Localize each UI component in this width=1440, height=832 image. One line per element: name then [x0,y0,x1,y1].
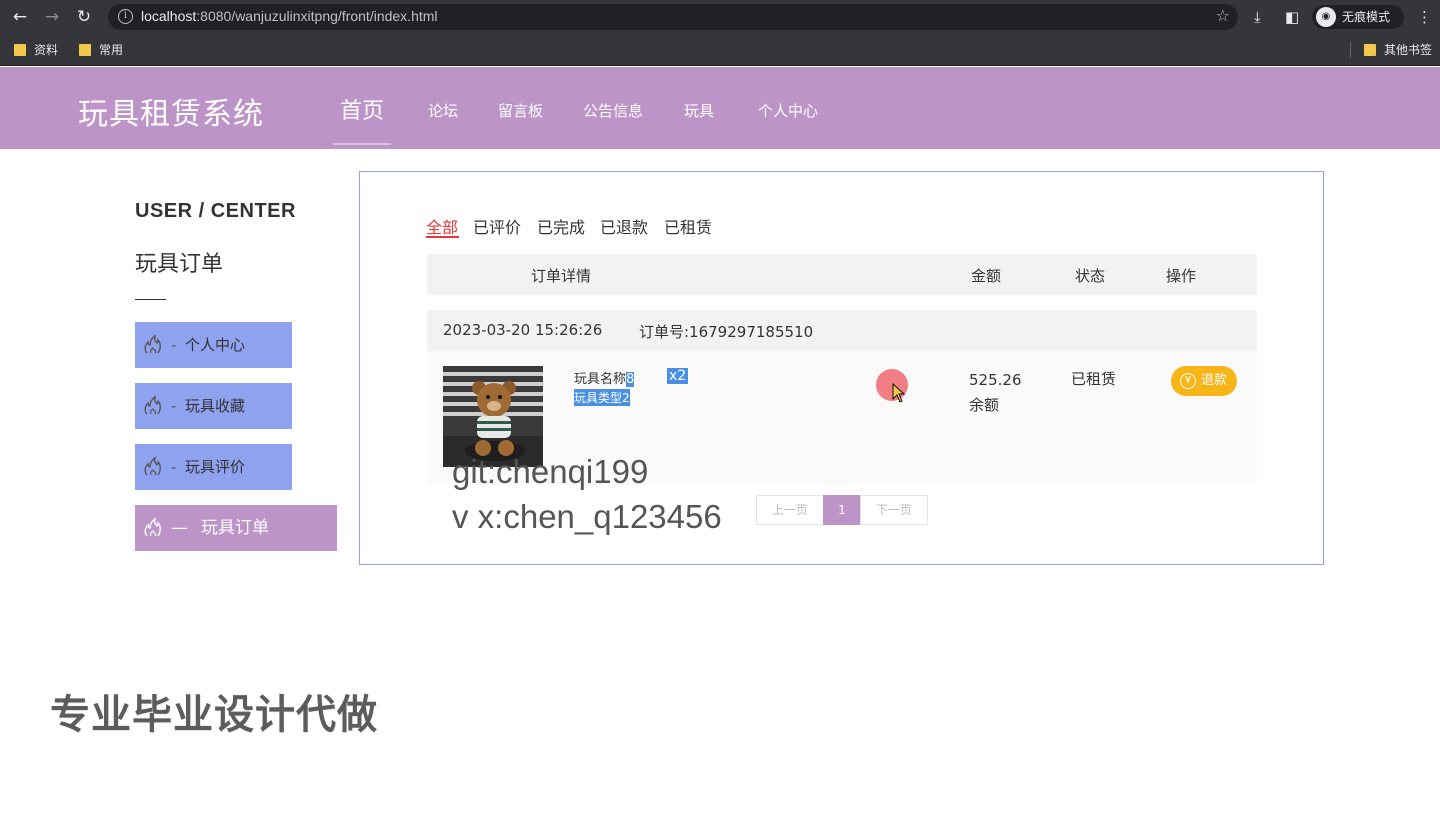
sidebar-item-reviews[interactable]: - 玩具评价 [135,444,292,490]
watermark-ad: 专业毕业设计代做 [50,692,378,738]
tab-rented[interactable]: 已租赁 [664,214,712,238]
menu-icon[interactable]: ⋮ [1417,6,1432,28]
browser-toolbar: ← → ↻ i localhost:8080/wanjuzulinxitpng/… [0,0,1440,34]
nav-home[interactable]: 首页 [340,93,384,125]
col-action: 操作 [1166,267,1197,285]
site-header: 玩具租赁系统 首页 论坛 留言板 公告信息 玩具 个人中心 [0,67,1440,149]
reload-icon[interactable]: ↻ [72,6,96,28]
address-bar[interactable]: i localhost:8080/wanjuzulinxitpng/front/… [108,4,1238,30]
sidebar-item-label: 个人中心 [185,336,246,354]
flame-icon [144,517,161,537]
table-header: 订单详情 金额 状态 操作 [427,254,1257,295]
sidebar-item-user-center[interactable]: - 个人中心 [135,322,292,368]
watermark-vx: v x:chen_q123456 [452,498,722,535]
nav-user-center[interactable]: 个人中心 [758,100,818,121]
yen-icon: ¥ [1180,373,1196,389]
order-status: 已租赁 [1071,370,1117,388]
nav-message-board[interactable]: 留言板 [498,100,543,121]
site-logo[interactable]: 玩具租赁系统 [78,89,264,133]
order-amount: 525.26 余额 [969,371,1022,414]
next-page-button[interactable]: 下一页 [860,495,928,525]
incognito-icon: ◉ [1316,7,1336,27]
watermark-git: git:chenqi199 [452,453,649,490]
download-icon[interactable]: ⤓ [1254,6,1261,28]
refund-button[interactable]: ¥ 退款 [1171,366,1237,396]
bookmark-ziliao[interactable]: 资料 [14,41,58,59]
col-amount: 金额 [971,267,1002,285]
order-number: 订单号:1679297185510 [639,323,814,341]
folder-icon [1364,44,1376,56]
sidebar-item-favorites[interactable]: - 玩具收藏 [135,383,292,429]
folder-icon [79,44,91,56]
flame-icon [144,334,161,354]
teddy-bear-image [443,366,543,467]
bookmark-changyong[interactable]: 常用 [79,41,123,59]
nav-announcements[interactable]: 公告信息 [583,100,643,121]
tab-all[interactable]: 全部 [426,214,458,238]
flame-icon [144,456,161,476]
order-header: 2023-03-20 15:26:26 订单号:1679297185510 [427,310,1257,351]
back-icon[interactable]: ← [8,6,32,28]
sidebar-divider [135,299,166,300]
nav-forum[interactable]: 论坛 [428,100,458,121]
sidebar-item-label: 玩具收藏 [185,397,246,415]
toy-quantity: x2 [667,368,689,384]
url-text: localhost:8080/wanjuzulinxitpng/front/in… [141,8,438,24]
sidepanel-icon[interactable]: ◧ [1285,6,1299,28]
mouse-cursor-icon [892,383,906,403]
toy-name[interactable]: 玩具名称8 [574,368,635,387]
tab-completed[interactable]: 已完成 [537,214,585,238]
forward-icon[interactable]: → [40,6,64,28]
page-1-button[interactable]: 1 [823,495,861,525]
nav-active-indicator [333,143,391,145]
folder-icon [14,44,26,56]
sidebar-title-cn: 玩具订单 [135,252,224,277]
bookmark-separator [1350,42,1351,58]
prev-page-button[interactable]: 上一页 [756,495,824,525]
bookmarks-bar [0,34,1440,66]
nav-toys[interactable]: 玩具 [684,100,714,121]
tab-active-indicator [426,236,459,238]
toy-thumbnail[interactable] [443,366,543,467]
incognito-badge[interactable]: ◉ 无痕模式 [1312,5,1404,29]
other-bookmarks[interactable]: 其他书签 [1364,41,1432,59]
order-date: 2023-03-20 15:26:26 [443,321,603,339]
toy-type: 玩具类型2 [574,389,630,406]
tab-refunded[interactable]: 已退款 [600,214,648,238]
sidebar-title-en: USER / CENTER [135,200,296,222]
bookmark-star-icon[interactable]: ☆ [1216,6,1230,25]
sidebar-item-label: 玩具订单 [201,518,269,538]
col-detail: 订单详情 [531,267,592,285]
sidebar-item-label: 玩具评价 [185,458,246,476]
site-info-icon[interactable]: i [118,9,133,24]
sidebar-item-orders[interactable]: — 玩具订单 [135,505,337,551]
col-status: 状态 [1075,267,1106,285]
tab-reviewed[interactable]: 已评价 [473,214,521,238]
flame-icon [144,395,161,415]
